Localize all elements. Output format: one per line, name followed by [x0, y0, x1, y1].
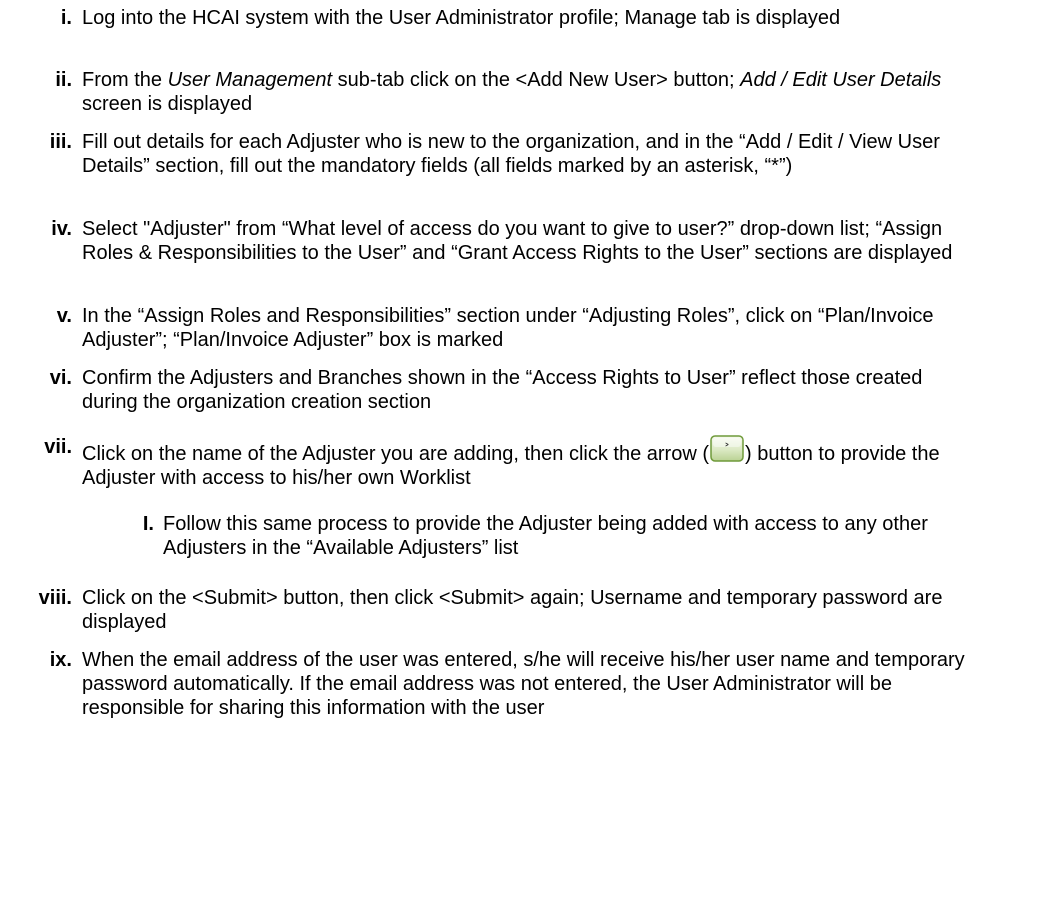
step-text: When the email address of the user was e…: [82, 649, 965, 719]
step-numeral: ix.: [49, 649, 72, 671]
step-text: Click on the name of the Adjuster you ar…: [82, 435, 982, 490]
step-text: Fill out details for each Adjuster who i…: [82, 131, 940, 177]
step-numeral: viii.: [38, 587, 72, 609]
step-numeral: i.: [60, 7, 72, 29]
user-management-tab-name: User Management: [167, 69, 333, 91]
step-text: Log into the HCAI system with the User A…: [82, 7, 841, 29]
step-text-part: From the: [82, 69, 168, 91]
step-text: Click on the <Submit> button, then click…: [82, 587, 943, 633]
step-text: From the User Management sub-tab click o…: [82, 68, 982, 116]
step-numeral: vi.: [49, 367, 72, 389]
step-numeral: iii.: [49, 131, 72, 153]
step-text-part: screen is displayed: [82, 93, 253, 115]
step-text-part: sub-tab click on the <Add New User> butt…: [332, 69, 741, 91]
step-text-part: Click on the name of the Adjuster you ar…: [82, 443, 710, 465]
step-numeral: ii.: [55, 69, 72, 91]
step-text: In the “Assign Roles and Responsibilitie…: [82, 305, 934, 351]
procedure-document: i. Log into the HCAI system with the Use…: [0, 0, 1050, 898]
arrow-right-button-icon: ˃: [710, 435, 744, 462]
step-numeral: v.: [56, 305, 72, 327]
step-numeral: I.: [142, 513, 154, 535]
step-numeral: iv.: [51, 218, 72, 240]
step-numeral: vii.: [44, 436, 72, 458]
step-text: Confirm the Adjusters and Branches shown…: [82, 367, 923, 413]
add-edit-screen-name: Add / Edit User Details: [740, 69, 942, 91]
arrow-glyph: ˃: [724, 442, 730, 456]
step-text: Follow this same process to provide the …: [163, 513, 928, 559]
step-text: Select "Adjuster" from “What level of ac…: [82, 218, 953, 264]
